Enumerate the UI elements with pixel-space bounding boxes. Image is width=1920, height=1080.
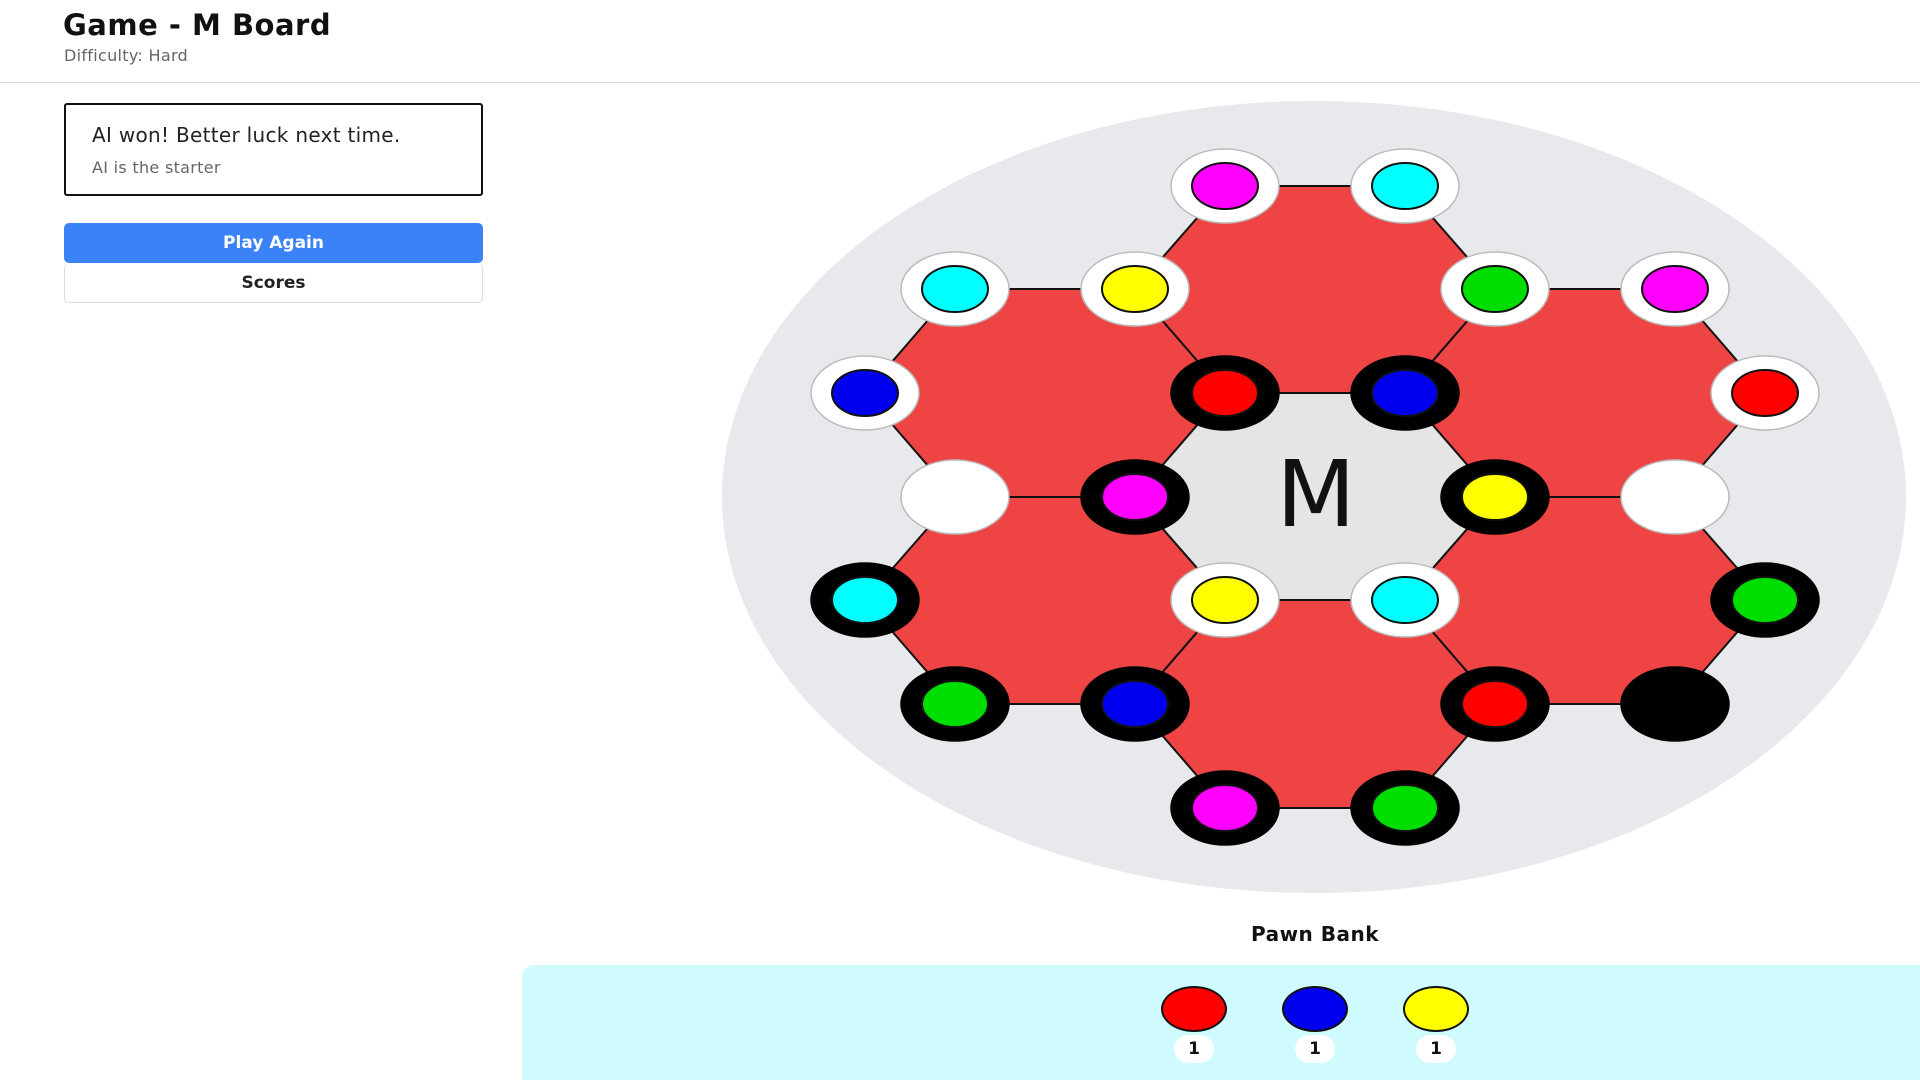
board-node[interactable] bbox=[1350, 562, 1460, 638]
pawn-blue bbox=[1371, 369, 1439, 417]
node-ring bbox=[1620, 666, 1730, 742]
pawn-green bbox=[1461, 265, 1529, 313]
pawn-green bbox=[1371, 784, 1439, 832]
board-node[interactable] bbox=[810, 355, 920, 431]
pawn-red bbox=[1191, 369, 1259, 417]
board-node[interactable] bbox=[1620, 459, 1730, 535]
board-node[interactable] bbox=[1350, 355, 1460, 431]
board-node[interactable] bbox=[810, 562, 920, 638]
board-node[interactable] bbox=[1710, 355, 1820, 431]
pawn-cyan bbox=[831, 576, 899, 624]
board-node[interactable] bbox=[1350, 148, 1460, 224]
bank-pawn-blue[interactable]: 1 bbox=[1280, 986, 1350, 1063]
pawn-cyan bbox=[1371, 576, 1439, 624]
board-center-label: M bbox=[1276, 441, 1355, 548]
board-node[interactable] bbox=[1350, 770, 1460, 846]
pawn-magenta bbox=[1191, 784, 1259, 832]
pawn-magenta bbox=[1101, 473, 1169, 521]
board-node[interactable] bbox=[1440, 251, 1550, 327]
board-node[interactable] bbox=[900, 459, 1010, 535]
board-node[interactable] bbox=[900, 251, 1010, 327]
bank-pawn-yellow[interactable]: 1 bbox=[1401, 986, 1471, 1063]
pawn-magenta bbox=[1641, 265, 1709, 313]
board-node[interactable] bbox=[1170, 770, 1280, 846]
pawn-bank-panel: 1 1 1 bbox=[522, 965, 1920, 1080]
node-ring bbox=[1620, 459, 1730, 535]
pawn-count: 1 bbox=[1174, 1035, 1214, 1063]
pawn-yellow bbox=[1403, 986, 1469, 1032]
pawn-cyan bbox=[921, 265, 989, 313]
board-node[interactable] bbox=[1080, 251, 1190, 327]
board-node[interactable] bbox=[1170, 148, 1280, 224]
board-node[interactable] bbox=[1440, 459, 1550, 535]
board-node[interactable] bbox=[1170, 355, 1280, 431]
board-node[interactable] bbox=[1620, 251, 1730, 327]
pawn-count: 1 bbox=[1295, 1035, 1335, 1063]
pawn-yellow bbox=[1101, 265, 1169, 313]
pawn-red bbox=[1731, 369, 1799, 417]
board-node[interactable] bbox=[1620, 666, 1730, 742]
pawn-bank-title: Pawn Bank bbox=[1250, 922, 1380, 946]
pawn-green bbox=[921, 680, 989, 728]
board-node[interactable] bbox=[1440, 666, 1550, 742]
game-board: M bbox=[722, 101, 1906, 893]
pawn-count: 1 bbox=[1416, 1035, 1456, 1063]
pawn-magenta bbox=[1191, 162, 1259, 210]
bank-pawn-red[interactable]: 1 bbox=[1159, 986, 1229, 1063]
board-node[interactable] bbox=[1170, 562, 1280, 638]
board-node[interactable] bbox=[1080, 459, 1190, 535]
pawn-blue bbox=[1101, 680, 1169, 728]
pawn-red bbox=[1461, 680, 1529, 728]
board-node[interactable] bbox=[1710, 562, 1820, 638]
node-ring bbox=[900, 459, 1010, 535]
pawn-green bbox=[1731, 576, 1799, 624]
board-node[interactable] bbox=[1080, 666, 1190, 742]
pawn-blue bbox=[1282, 986, 1348, 1032]
board-node[interactable] bbox=[900, 666, 1010, 742]
pawn-red bbox=[1161, 986, 1227, 1032]
pawn-blue bbox=[831, 369, 899, 417]
pawn-cyan bbox=[1371, 162, 1439, 210]
pawn-yellow bbox=[1191, 576, 1259, 624]
pawn-yellow bbox=[1461, 473, 1529, 521]
